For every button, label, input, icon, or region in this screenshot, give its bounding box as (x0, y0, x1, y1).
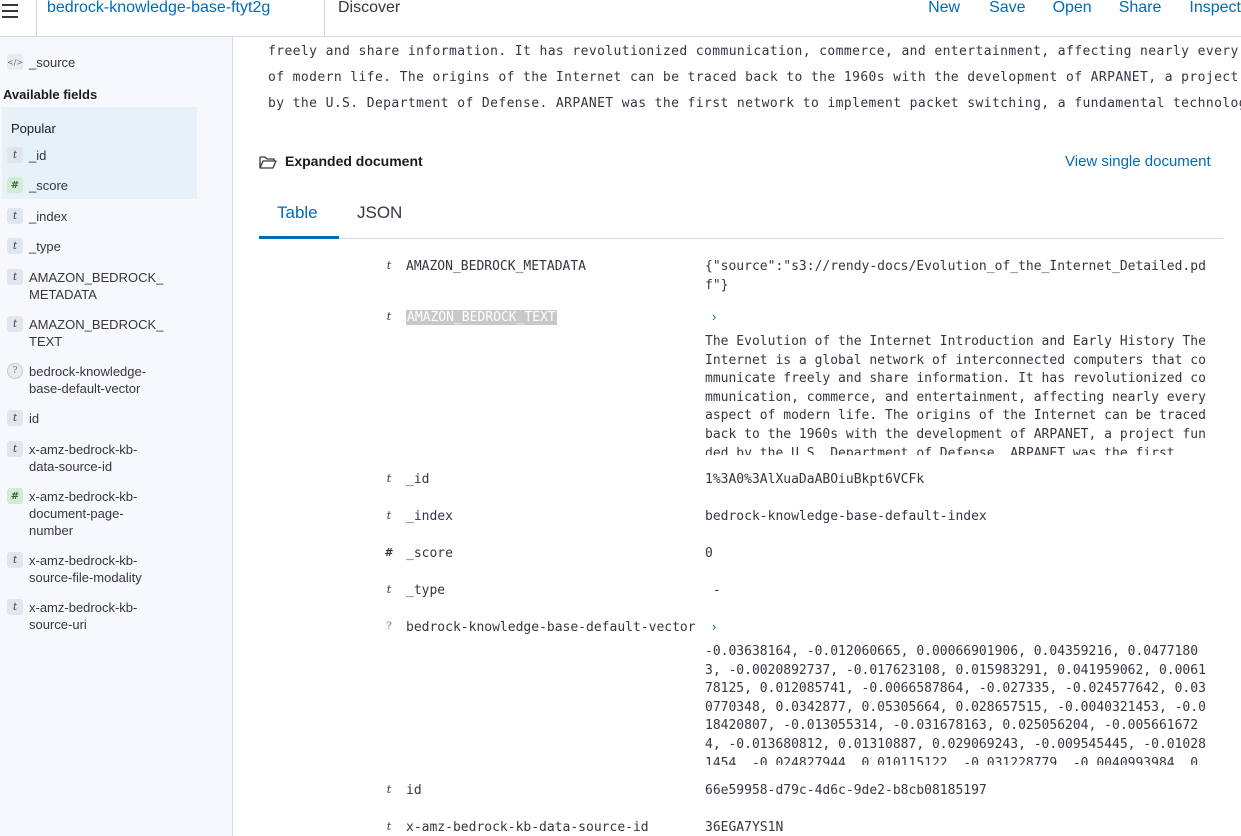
field-item[interactable]: ? bedrock-knowledge-base-default-vector (7, 363, 164, 397)
header-divider (324, 0, 325, 36)
string-type-icon: t (386, 783, 392, 796)
field-item[interactable]: # _score (7, 177, 169, 194)
app-name: Discover (338, 0, 401, 16)
header-actions: New Save Open Share Inspect (928, 0, 1241, 17)
code-icon: </> (7, 54, 23, 70)
string-type-icon: t (7, 269, 23, 285)
field-source[interactable]: </> _source (7, 54, 169, 71)
number-type-icon: # (7, 488, 23, 504)
string-type-icon: t (386, 583, 392, 596)
expanded-document-title: Expanded document (285, 153, 423, 169)
field-value: The Evolution of the Internet Introducti… (705, 334, 1206, 455)
menu-icon[interactable] (2, 0, 20, 22)
field-item[interactable]: t x-amz-bedrock-kb-source-file-modality (7, 552, 159, 586)
available-fields-title: Available fields (3, 87, 98, 102)
field-name: AMAZON_BEDROCK_METADATA (406, 259, 587, 274)
number-type-icon: # (384, 546, 394, 559)
unknown-type-icon: ? (386, 621, 392, 632)
new-button[interactable]: New (928, 0, 960, 17)
folder-open-icon (259, 156, 277, 169)
top-header: bedrock-knowledge-base-ftyt2g Discover N… (0, 0, 1241, 37)
field-value: 0 (705, 546, 713, 561)
field-name: _index (406, 509, 453, 524)
view-single-document-link[interactable]: View single document (1065, 153, 1211, 170)
field-value: bedrock-knowledge-base-default-index (705, 509, 987, 524)
field-value: -0.03638164, -0.012060665, 0.00066901906… (705, 644, 1206, 765)
string-type-icon: t (386, 509, 392, 522)
field-sidebar: </> _source Available fields Popular t _… (0, 37, 233, 836)
string-type-icon: t (386, 472, 392, 485)
field-item[interactable]: t AMAZON_BEDROCK_METADATA (7, 269, 164, 303)
field-name: _score (406, 546, 453, 561)
field-name: x-amz-bedrock-kb-data-source-id (406, 820, 649, 835)
string-type-icon: t (7, 147, 23, 163)
string-type-icon: t (7, 441, 23, 457)
string-type-icon: t (386, 259, 392, 272)
header-divider (36, 0, 37, 36)
number-type-icon: # (7, 177, 23, 193)
string-type-icon: t (7, 599, 23, 615)
string-type-icon: t (7, 238, 23, 254)
field-value: {"source":"s3://rendy-docs/Evolution_of_… (705, 259, 1206, 293)
unknown-type-icon: ? (7, 363, 23, 379)
document-source-text: freely and share information. It has rev… (268, 44, 1241, 111)
field-item[interactable]: t AMAZON_BEDROCK_TEXT (7, 316, 164, 350)
field-item[interactable]: # x-amz-bedrock-kb-document-page-number (7, 488, 159, 539)
chevron-right-icon[interactable]: › (712, 309, 716, 324)
index-pattern-title[interactable]: bedrock-knowledge-base-ftyt2g (47, 0, 270, 17)
inspect-button[interactable]: Inspect (1189, 0, 1241, 17)
string-type-icon: t (7, 552, 23, 568)
tab-json[interactable]: JSON (357, 203, 402, 223)
document-tabs: Table JSON (259, 195, 1223, 239)
string-type-icon: t (7, 208, 23, 224)
share-button[interactable]: Share (1119, 0, 1162, 17)
open-button[interactable]: Open (1053, 0, 1092, 17)
field-item[interactable]: t x-amz-bedrock-kb-data-source-id (7, 441, 159, 475)
field-name: _id (406, 472, 430, 487)
field-item[interactable]: t _index (7, 208, 169, 225)
field-item[interactable]: t x-amz-bedrock-kb-source-uri (7, 599, 159, 633)
string-type-icon: t (7, 410, 23, 426)
string-type-icon: t (386, 310, 392, 323)
popular-title: Popular (11, 121, 56, 136)
field-name: _type (406, 583, 446, 598)
field-value: 1%3A0%3AlXuaDaABOiuBkpt6VCFk (705, 472, 925, 487)
field-value: 36EGA7YS1N (705, 820, 784, 835)
string-type-icon: t (386, 820, 392, 833)
active-tab-indicator (259, 236, 339, 239)
field-name: AMAZON_BEDROCK_TEXT (406, 310, 557, 325)
tab-table[interactable]: Table (277, 203, 318, 223)
field-value: - (705, 583, 721, 598)
save-button[interactable]: Save (989, 0, 1025, 17)
field-value: 66e59958-d79c-4d6c-9de2-b8cb08185197 (705, 783, 987, 798)
field-item[interactable]: t _type (7, 238, 169, 255)
string-type-icon: t (7, 316, 23, 332)
field-name: id (406, 783, 422, 798)
field-name: bedrock-knowledge-base-default-vector (406, 620, 696, 635)
chevron-right-icon[interactable]: › (712, 619, 716, 634)
field-item[interactable]: t id (7, 410, 169, 427)
field-item[interactable]: t _id (7, 147, 169, 164)
document-panel: freely and share information. It has rev… (234, 37, 1241, 836)
